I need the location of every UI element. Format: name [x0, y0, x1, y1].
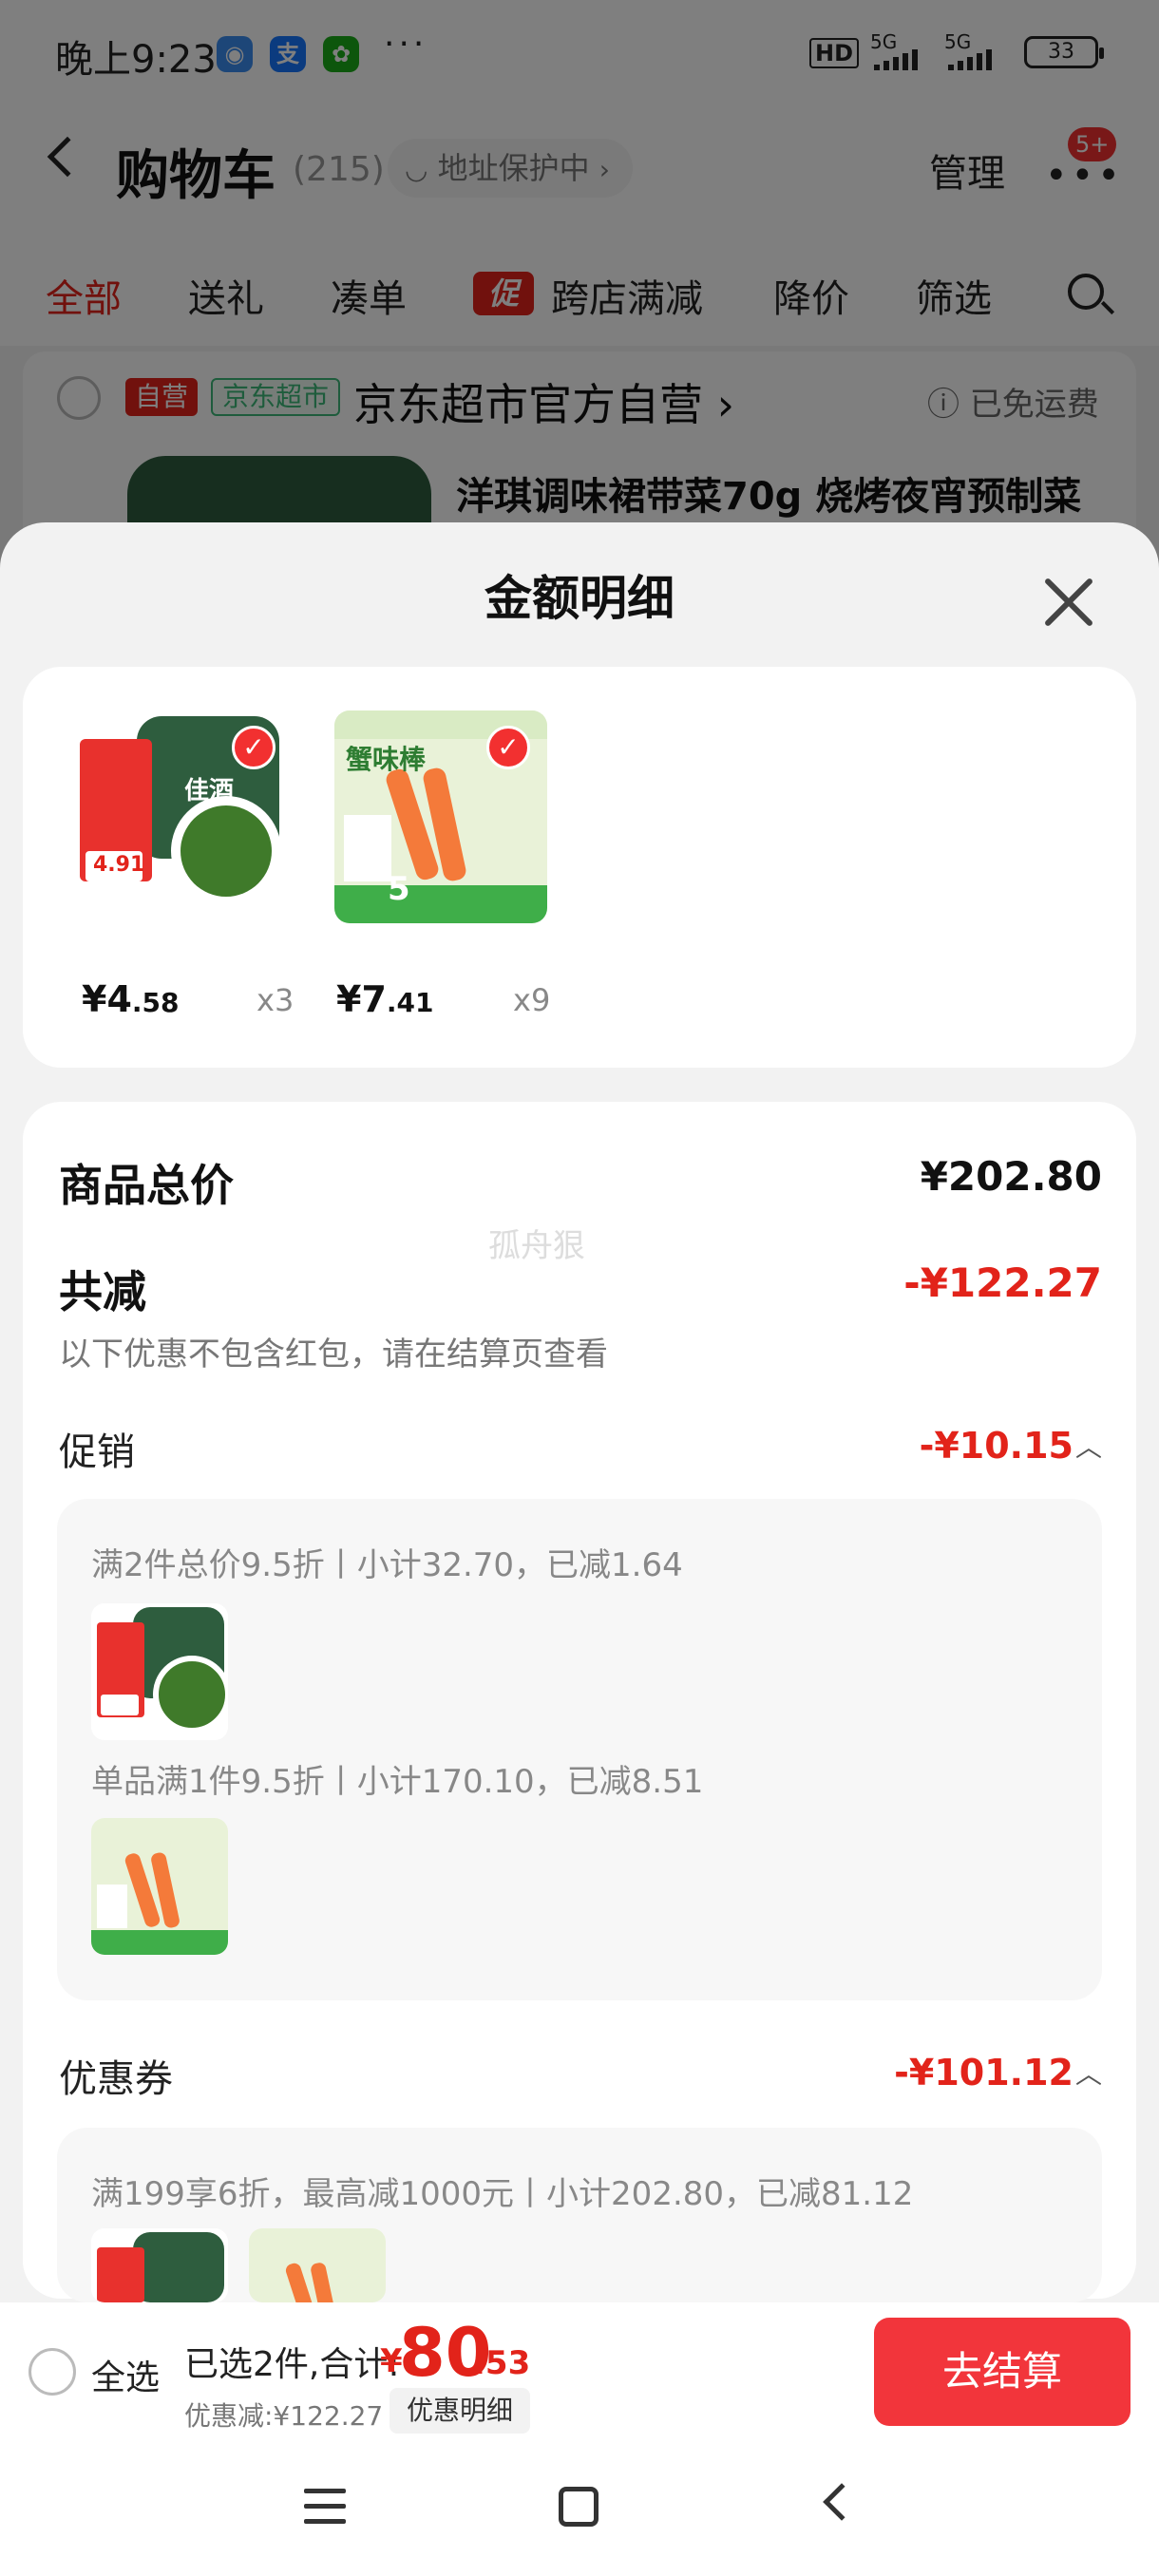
watermark-text: 孤舟狠	[488, 1227, 585, 1265]
discount-detail-button[interactable]: 优惠明细	[390, 2388, 531, 2434]
coupon-rule: 满199享6折，最高减1000元丨小计202.80，已减81.12	[91, 2175, 914, 2213]
recent-apps-icon[interactable]	[304, 2489, 346, 2534]
item-quantity-2: x9	[513, 982, 551, 1018]
select-all-label[interactable]: 全选	[91, 2350, 160, 2399]
total-amount-decimal: .53	[473, 2344, 531, 2382]
select-all-radio[interactable]	[28, 2348, 76, 2396]
item-selected-check-icon: ✓	[232, 726, 276, 769]
total-discount-value: -¥122.27	[903, 1260, 1102, 1306]
item-quantity: x3	[256, 982, 294, 1018]
discount-summary: 优惠减:¥122.27	[184, 2400, 384, 2432]
selected-summary-label: 已选2件,合计:	[184, 2345, 400, 2384]
promotion-label: 促销	[59, 1430, 135, 1474]
checkout-button[interactable]: 去结算	[874, 2318, 1130, 2426]
subtotal-value: ¥202.80	[920, 1153, 1102, 1200]
item-image-brand-text: 佳酒	[184, 777, 235, 805]
coupon-value[interactable]: -¥101.12	[894, 2052, 1074, 2093]
item-price: ¥4.58	[82, 978, 180, 1020]
item-image-price-tag: 4.91	[93, 853, 145, 877]
promotion-item-thumb-crab	[91, 1818, 228, 1955]
promotion-value[interactable]: -¥10.15	[920, 1425, 1074, 1467]
home-icon[interactable]	[559, 2487, 598, 2527]
coupon-item-thumb-crab	[249, 2228, 386, 2302]
discount-note: 以下优惠不包含红包，请在结算页查看	[59, 1335, 608, 1373]
subtotal-label: 商品总价	[59, 1160, 234, 1211]
sheet-title: 金额明细	[484, 571, 674, 626]
item-image-price-tag-2: 5	[388, 870, 410, 908]
chevron-up-icon[interactable]: ︿	[1075, 1427, 1102, 1465]
coupon-item-thumb-seaweed	[91, 2228, 228, 2302]
chevron-up-icon-2[interactable]: ︿	[1075, 2054, 1102, 2092]
item-image-brand-text-2: 蟹味棒	[346, 744, 427, 775]
item-selected-check-icon-2: ✓	[486, 726, 530, 769]
promotion-rule-1: 满2件总价9.5折丨小计32.70，已减1.64	[91, 1546, 683, 1584]
promotion-rule-2: 单品满1件9.5折丨小计170.10，已减8.51	[91, 1763, 704, 1801]
item-price-2: ¥7.41	[336, 978, 434, 1020]
total-discount-label: 共减	[59, 1266, 146, 1317]
promotion-item-thumb-seaweed	[91, 1603, 228, 1740]
coupon-label: 优惠券	[59, 2057, 173, 2101]
